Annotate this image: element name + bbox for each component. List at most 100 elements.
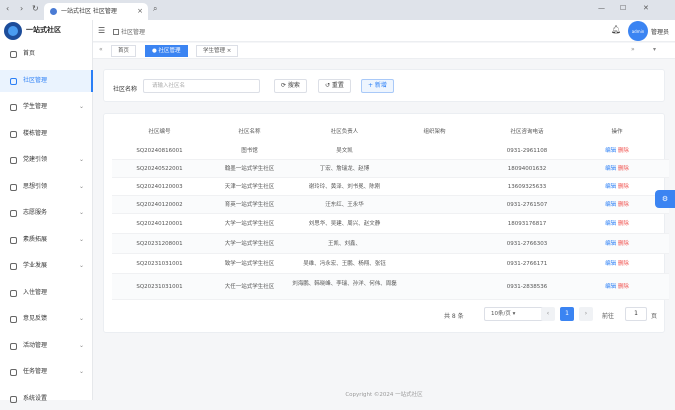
tag-1[interactable]: ● 社区管理: [145, 45, 188, 57]
sidebar-item-9[interactable]: 入住管理: [0, 282, 93, 304]
row-actions: 编辑 删除: [582, 261, 652, 268]
cell-code: SQ20231031001: [136, 283, 183, 290]
edit-link[interactable]: 编辑: [605, 241, 616, 247]
table-row: SQ20240120001 大学一站式学生社区 刘思华、吴建、周兴、赵文静 18093…: [112, 214, 669, 234]
avatar[interactable]: admin: [628, 21, 648, 41]
sidebar-item-7[interactable]: 素质拓展 ⌄: [0, 229, 93, 251]
breadcrumb-label: 社区管理: [121, 29, 146, 36]
delete-link[interactable]: 删除: [618, 221, 629, 227]
delete-link[interactable]: 删除: [618, 166, 629, 172]
sidebar-item-label: 学业发展: [23, 262, 48, 269]
reset-button[interactable]: ↺ 重置: [318, 79, 351, 93]
next-page-button[interactable]: ›: [579, 307, 593, 321]
page-jump-input[interactable]: 1: [625, 307, 647, 321]
tag-2[interactable]: 学生管理 ×: [196, 45, 239, 57]
delete-link[interactable]: 删除: [618, 261, 629, 267]
chevron-down-icon: ⌄: [78, 156, 84, 163]
sidebar-item-0[interactable]: 首页: [0, 43, 93, 65]
cell-leader: 汪东红、王永华: [325, 201, 364, 208]
menu-toggle-icon[interactable]: ☰: [98, 26, 105, 35]
page-unit-label: 页: [651, 313, 658, 320]
sidebar-item-label: 入住管理: [23, 288, 48, 296]
cell-name: 致学一站式学生社区: [224, 260, 275, 267]
sidebar-item-13[interactable]: 系统设置: [0, 388, 93, 410]
sidebar-item-2[interactable]: 学生管理 ⌄: [0, 96, 93, 118]
cell-name: 大学一站式学生社区: [224, 240, 275, 247]
sidebar-item-4[interactable]: 党建引领 ⌄: [0, 149, 93, 171]
maximize-icon[interactable]: ☐: [620, 4, 626, 12]
sidebar-item-6[interactable]: 志愿服务 ⌄: [0, 202, 93, 224]
cell-code: SQ20240120002: [136, 201, 183, 208]
sidebar-item-10[interactable]: 意见反馈 ⌄: [0, 308, 93, 330]
sidebar-item-3[interactable]: 楼栋管理: [0, 123, 93, 145]
cell-leader: 刘思华、吴建、周兴、赵文静: [308, 220, 381, 227]
cell-name: 大任一站式学生社区: [224, 283, 275, 290]
close-tab-icon[interactable]: ×: [137, 3, 143, 20]
sidebar-item-label: 楼栋管理: [23, 129, 48, 137]
page-size-select[interactable]: 10条/页 ▾: [484, 307, 548, 321]
search-button[interactable]: ⟳ 搜索: [274, 79, 307, 93]
edit-link[interactable]: 编辑: [605, 261, 616, 267]
browser-chrome: ‹ › ↻ 一站式社区 社区管理 × ⌕ — ☐ ✕: [0, 0, 675, 20]
forward-icon[interactable]: ›: [20, 4, 23, 13]
cell-name: 图书馆: [241, 147, 258, 154]
edit-link[interactable]: 编辑: [605, 166, 616, 172]
sidebar-item-label: 党建引领: [23, 156, 48, 163]
back-icon[interactable]: ‹: [6, 4, 9, 13]
delete-link[interactable]: 删除: [618, 202, 629, 208]
chevron-down-icon: ⌄: [78, 341, 84, 349]
sidebar-item-11[interactable]: 活动管理 ⌄: [0, 335, 93, 357]
prev-page-button[interactable]: ‹: [541, 307, 555, 321]
column-header: 社区编号: [148, 129, 171, 135]
sidebar-item-12[interactable]: 任务管理 ⌄: [0, 361, 93, 383]
sidebar-item-1[interactable]: 社区管理: [0, 69, 93, 92]
delete-link[interactable]: 删除: [618, 148, 629, 154]
table-card: 社区编号 社区名称 社区负责人 组织架构 社区咨询电话 操作 SQ20240816001 图…: [103, 113, 669, 333]
bell-icon[interactable]: 🔔︎: [611, 25, 621, 34]
cell-name: 天津一站式学生社区: [224, 183, 275, 190]
close-window-icon[interactable]: ✕: [643, 4, 649, 12]
cell-code: SQ20240120003: [136, 183, 183, 190]
delete-link[interactable]: 删除: [618, 284, 629, 290]
delete-link[interactable]: 删除: [618, 241, 629, 247]
sidebar-item-5[interactable]: 思想引领 ⌄: [0, 176, 93, 198]
sidebar-item-label: 思想引领: [23, 182, 48, 190]
tag-0[interactable]: 首页: [111, 45, 137, 57]
settings-float-icon[interactable]: ⚙: [655, 190, 675, 208]
username[interactable]: 管理员: [651, 27, 669, 36]
chevron-down-icon: ⌄: [78, 235, 84, 243]
sidebar: 一站式社区 首页 社区管理 学生管理 ⌄ 楼栋管理 党建引领 ⌄ 思想引领 ⌄ 志愿服务 ⌄ 素质拓展…: [0, 20, 93, 403]
browser-tab[interactable]: 一站式社区 社区管理 ×: [44, 3, 148, 20]
goto-label: 前往: [602, 313, 615, 320]
tags-scroll-right-icon[interactable]: »: [631, 46, 635, 53]
row-actions: 编辑 删除: [582, 241, 652, 248]
sidebar-item-8[interactable]: 学业发展 ⌄: [0, 255, 93, 277]
new-tab-icon[interactable]: ⌕: [153, 4, 157, 14]
search-input[interactable]: 请输入社区名: [143, 79, 260, 93]
sidebar-item-label: 素质拓展: [23, 235, 48, 243]
row-actions: 编辑 删除: [582, 202, 652, 209]
current-page-button[interactable]: 1: [560, 307, 574, 321]
cell-code: SQ20240522001: [136, 165, 183, 172]
edit-link[interactable]: 编辑: [605, 184, 616, 190]
edit-link[interactable]: 编辑: [605, 221, 616, 227]
minimize-icon[interactable]: —: [598, 4, 605, 12]
table-row: SQ20240522001 翰墨一站式学生社区 丁宏、詹瑞龙、赵博 180940016…: [112, 160, 669, 178]
sidebar-item-label: 志愿服务: [23, 209, 48, 216]
cell-leader: 吴文凯: [336, 147, 353, 154]
add-button[interactable]: + 新增: [361, 79, 394, 93]
tags-scroll-left-icon[interactable]: «: [99, 46, 103, 53]
delete-link[interactable]: 删除: [618, 184, 629, 190]
logo-icon: [4, 22, 22, 40]
edit-link[interactable]: 编辑: [605, 284, 616, 290]
table-row: SQ20240120002 育英一站式学生社区 汪东红、王永华 0931-276150…: [112, 196, 669, 214]
edit-link[interactable]: 编辑: [605, 148, 616, 154]
cell-leader: 吴维、冯永宏、王鹏、杨翔、张钰: [303, 260, 386, 267]
edit-link[interactable]: 编辑: [605, 202, 616, 208]
menu-item-icon: [10, 51, 17, 58]
cell-code: SQ20240816001: [136, 147, 183, 154]
reload-icon[interactable]: ↻: [32, 4, 39, 13]
tags-menu-icon[interactable]: ▾: [653, 46, 656, 53]
cell-code: SQ20231208001: [136, 240, 183, 247]
page-size-value: 10条/页: [491, 311, 511, 317]
